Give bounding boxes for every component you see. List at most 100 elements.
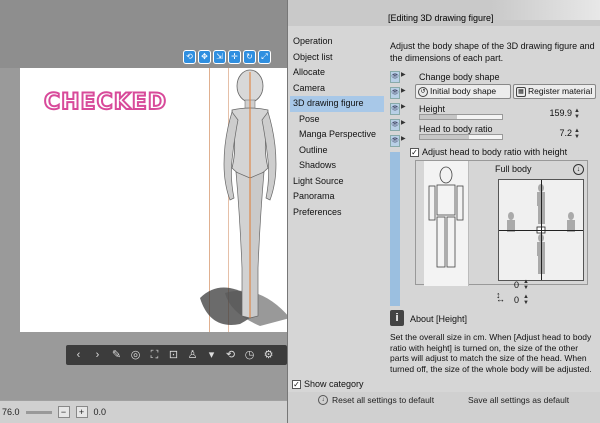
- category-item[interactable]: Manga Perspective: [290, 127, 384, 143]
- horizontal-offset-row: ↔: [496, 294, 505, 304]
- 3d-object-launcher: ⟲ ✥ ⇲ ✛ ↻ ⤢: [183, 50, 271, 66]
- status-bar: 76.0 − + 0.0: [0, 400, 287, 423]
- landing-icon[interactable]: ⊡: [165, 347, 182, 363]
- category-item[interactable]: Outline: [290, 143, 384, 159]
- pose-icon[interactable]: ♙: [184, 347, 201, 363]
- initial-body-shape-label: Initial body shape: [430, 86, 497, 96]
- checked-watermark: CHECKED: [43, 89, 168, 116]
- panel-title: [Editing 3D drawing figure]: [388, 13, 494, 23]
- panel-description: Adjust the body shape of the 3D drawing …: [390, 41, 595, 63]
- category-item[interactable]: Object list: [290, 50, 384, 66]
- reset-all-button[interactable]: Reset all settings to default: [332, 395, 434, 405]
- reset-icon: ↺: [418, 86, 428, 97]
- show-category-checkbox[interactable]: ✓: [292, 379, 301, 389]
- show-category-row[interactable]: ✓ Show category: [292, 379, 364, 389]
- proportion-pad[interactable]: [498, 179, 584, 281]
- scale-icon[interactable]: ⤢: [258, 50, 271, 64]
- body-silhouette-icon: [428, 166, 464, 268]
- category-item[interactable]: Panorama: [290, 189, 384, 205]
- category-item[interactable]: Allocate: [290, 65, 384, 81]
- eye-icon[interactable]: 👁: [390, 71, 400, 83]
- zoom-out-button[interactable]: −: [57, 406, 70, 418]
- category-list: Operation Object list Allocate Camera 3D dra…: [290, 34, 384, 220]
- settings-icon[interactable]: ⚙: [260, 347, 277, 363]
- frame-icon[interactable]: ⛶: [146, 347, 163, 363]
- category-item[interactable]: Camera: [290, 81, 384, 97]
- chevron-right-icon[interactable]: ›: [89, 347, 106, 363]
- vertical-spinner-icon[interactable]: ▲ ▼: [523, 279, 529, 291]
- height-label: Height: [419, 104, 446, 114]
- head-ratio-value[interactable]: 7.2: [532, 128, 572, 138]
- height-slider[interactable]: [419, 114, 503, 120]
- wrench-icon[interactable]: ✎: [108, 347, 125, 363]
- register-icon: ▦: [516, 86, 526, 97]
- save-all-button[interactable]: Save all settings as default: [468, 395, 569, 405]
- horizontal-spinner-icon[interactable]: ▲ ▼: [523, 294, 529, 306]
- rotation-value[interactable]: 0.0: [94, 407, 107, 417]
- camera-rotate-icon[interactable]: ⟲: [183, 50, 196, 64]
- move-icon[interactable]: ✛: [228, 50, 241, 64]
- expand-arrow-icon[interactable]: ▶: [401, 119, 408, 135]
- chevron-left-icon[interactable]: ‹: [70, 347, 87, 363]
- rotate-icon[interactable]: ↻: [243, 50, 256, 64]
- body-part-selector[interactable]: [424, 161, 469, 286]
- selection-bar: [390, 152, 400, 306]
- zoom-in-button[interactable]: +: [75, 406, 88, 418]
- head-ratio-slider[interactable]: [419, 134, 503, 140]
- reset-icon[interactable]: ↓: [573, 164, 584, 175]
- help-box: i About [Height] Set the overall size in…: [390, 310, 598, 388]
- camera-icon[interactable]: ◎: [127, 347, 144, 363]
- expand-column: ▶ ▶ ▶ ▶ ▶: [401, 71, 408, 151]
- eye-icon[interactable]: 👁: [390, 87, 400, 99]
- camera-zoom-icon[interactable]: ⇲: [213, 50, 226, 64]
- initial-body-shape-button[interactable]: ↺ Initial body shape: [415, 84, 511, 99]
- eye-icon[interactable]: 👁: [390, 135, 400, 147]
- category-item[interactable]: Shadows: [290, 158, 384, 174]
- clock-icon[interactable]: ◷: [241, 347, 258, 363]
- vertical-offset-value[interactable]: 0: [514, 280, 519, 290]
- head-ratio-label: Head to body ratio: [419, 124, 493, 134]
- category-item[interactable]: Operation: [290, 34, 384, 50]
- undo-icon[interactable]: ⟲: [222, 347, 239, 363]
- reset-icon[interactable]: ↓: [318, 395, 328, 405]
- camera-pan-icon[interactable]: ✥: [198, 50, 211, 64]
- expand-arrow-icon[interactable]: ▶: [401, 87, 408, 103]
- head-ratio-slider-fill: [420, 135, 470, 139]
- expand-arrow-icon[interactable]: ▶: [401, 71, 408, 87]
- adjust-ratio-row[interactable]: ✓ Adjust head to body ratio with height: [410, 147, 567, 157]
- horizontal-offset-control[interactable]: 0 ▲ ▼: [514, 294, 529, 306]
- category-item[interactable]: Pose: [290, 112, 384, 128]
- register-material-label: Register material: [528, 86, 593, 96]
- panel-footer: ↓ Reset all settings to default Save all…: [288, 392, 600, 423]
- register-material-button[interactable]: ▦ Register material: [513, 84, 596, 99]
- eye-icon[interactable]: 👁: [390, 103, 400, 115]
- header-decoration: [491, 0, 600, 20]
- vertical-offset-control[interactable]: 0 ▲ ▼: [514, 279, 529, 291]
- adjust-ratio-checkbox[interactable]: ✓: [410, 147, 419, 157]
- zoom-slider[interactable]: [25, 410, 52, 414]
- pad-axis-vertical: [541, 180, 542, 280]
- eye-icon[interactable]: 👁: [390, 119, 400, 131]
- full-body-label: Full body: [495, 164, 532, 174]
- category-item[interactable]: 3D drawing figure: [290, 96, 384, 112]
- zoom-value[interactable]: 76.0: [2, 407, 20, 417]
- category-item[interactable]: Light Source: [290, 174, 384, 190]
- help-body: Set the overall size in cm. When [Adjust…: [390, 332, 592, 374]
- help-title: About [Height]: [410, 314, 468, 324]
- panel-header: [Editing 3D drawing figure]: [288, 0, 600, 26]
- height-slider-fill: [420, 115, 457, 119]
- expand-arrow-icon[interactable]: ▶: [401, 103, 408, 119]
- height-spinner-icon[interactable]: ▲ ▼: [574, 108, 580, 120]
- horizontal-arrow-icon: ↔: [496, 294, 505, 304]
- info-icon: i: [390, 310, 404, 326]
- adjust-ratio-label: Adjust head to body ratio with height: [422, 147, 568, 157]
- dropdown-icon[interactable]: ▾: [203, 347, 220, 363]
- body-part-editor: Full body ↓: [415, 160, 588, 286]
- show-category-label: Show category: [304, 379, 364, 389]
- height-value[interactable]: 159.9: [532, 108, 572, 118]
- expand-arrow-icon[interactable]: ▶: [401, 135, 408, 151]
- horizontal-offset-value[interactable]: 0: [514, 295, 519, 305]
- head-ratio-spinner-icon[interactable]: ▲ ▼: [574, 128, 580, 140]
- category-item[interactable]: Preferences: [290, 205, 384, 221]
- canvas-paper[interactable]: CHECKED: [20, 68, 290, 332]
